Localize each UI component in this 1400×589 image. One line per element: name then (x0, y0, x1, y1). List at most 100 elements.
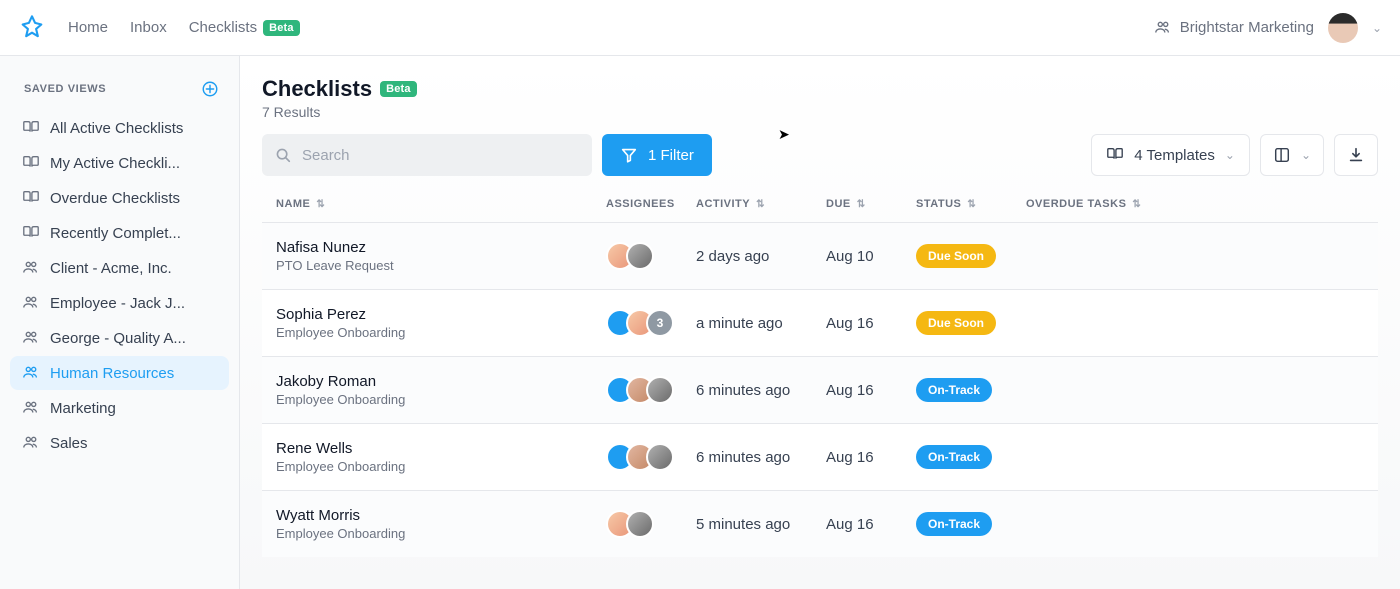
book-icon (22, 154, 40, 172)
sidebar-item-label: George - Quality A... (50, 330, 186, 347)
people-icon (22, 294, 40, 312)
page-beta-badge: Beta (380, 81, 417, 97)
status-badge: On-Track (916, 378, 992, 402)
assignees-stack[interactable] (606, 242, 696, 270)
sort-icon: ⇅ (756, 199, 765, 210)
page-title: Checklists (262, 76, 372, 102)
col-assignees[interactable]: ASSIGNEES (606, 198, 696, 210)
search-icon (274, 146, 292, 164)
beta-badge: Beta (263, 20, 300, 36)
col-name[interactable]: NAME⇅ (276, 198, 606, 210)
app-logo[interactable] (18, 14, 46, 42)
assignee-overflow[interactable]: 3 (646, 309, 674, 337)
row-activity: 6 minutes ago (696, 449, 826, 466)
sidebar-item[interactable]: My Active Checkli... (10, 146, 229, 180)
sidebar-item[interactable]: All Active Checklists (10, 111, 229, 145)
sidebar-item[interactable]: Client - Acme, Inc. (10, 251, 229, 285)
sidebar-item[interactable]: Marketing (10, 391, 229, 425)
book-icon (22, 119, 40, 137)
sort-icon: ⇅ (857, 199, 866, 210)
row-subtitle: PTO Leave Request (276, 258, 606, 273)
filter-label: 1 Filter (648, 147, 694, 164)
sidebar-item-label: My Active Checkli... (50, 155, 180, 172)
search-input[interactable] (300, 146, 580, 165)
row-due: Aug 10 (826, 248, 916, 265)
row-subtitle: Employee Onboarding (276, 392, 606, 407)
sidebar-item[interactable]: Recently Complet... (10, 216, 229, 250)
saved-views-list: All Active Checklists My Active Checkli..… (10, 111, 229, 460)
filter-icon (620, 146, 638, 164)
assignee-avatar[interactable] (646, 376, 674, 404)
row-status: On-Track (916, 378, 1026, 402)
table-row[interactable]: Rene Wells Employee Onboarding 6 minutes a… (262, 423, 1378, 490)
table-row[interactable]: Wyatt Morris Employee Onboarding 5 minutes… (262, 490, 1378, 557)
assignees-stack[interactable] (606, 510, 696, 538)
user-menu-chevron-icon[interactable]: ⌄ (1372, 21, 1382, 35)
templates-button[interactable]: 4 Templates ⌄ (1091, 134, 1250, 176)
row-subtitle: Employee Onboarding (276, 526, 606, 541)
columns-button[interactable]: ⌄ (1260, 134, 1324, 176)
assignees-stack[interactable] (606, 376, 696, 404)
assignee-avatar[interactable] (646, 443, 674, 471)
sidebar-item-label: Recently Complet... (50, 225, 181, 242)
col-due[interactable]: DUE⇅ (826, 198, 916, 210)
sidebar-item[interactable]: Human Resources (10, 356, 229, 390)
controls-row: 1 Filter 4 Templates ⌄ ⌄ (262, 134, 1378, 176)
nav-inbox[interactable]: Inbox (130, 19, 167, 36)
assignees-stack[interactable]: 3 (606, 309, 696, 337)
col-overdue[interactable]: OVERDUE TASKS⇅ (1026, 198, 1364, 210)
sidebar-item-label: Employee - Jack J... (50, 295, 185, 312)
sidebar-item-label: Sales (50, 435, 88, 452)
sidebar-item[interactable]: George - Quality A... (10, 321, 229, 355)
row-subtitle: Employee Onboarding (276, 459, 606, 474)
sidebar-item-label: All Active Checklists (50, 120, 183, 137)
user-avatar[interactable] (1328, 13, 1358, 43)
row-due: Aug 16 (826, 449, 916, 466)
row-activity: 2 days ago (696, 248, 826, 265)
table-row[interactable]: Jakoby RomanEmployee Onboarding6 minutes… (262, 356, 1378, 423)
sidebar-item[interactable]: Sales (10, 426, 229, 460)
sidebar-item[interactable]: Employee - Jack J... (10, 286, 229, 320)
people-icon (22, 399, 40, 417)
sidebar-item-label: Marketing (50, 400, 116, 417)
results-count: 7 Results (262, 104, 1378, 120)
table-header: NAME⇅ ASSIGNEES ACTIVITY⇅ DUE⇅ STATUS⇅ O… (262, 176, 1378, 222)
nav-checklists[interactable]: Checklists Beta (189, 19, 300, 36)
chevron-down-icon: ⌄ (1301, 148, 1311, 162)
row-activity: a minute ago (696, 315, 826, 332)
assignee-avatar[interactable] (626, 242, 654, 270)
row-due: Aug 16 (826, 382, 916, 399)
nav-home[interactable]: Home (68, 19, 108, 36)
search-box[interactable] (262, 134, 592, 176)
row-status: Due Soon (916, 244, 1026, 268)
row-activity: 5 minutes ago (696, 516, 826, 533)
people-icon (22, 434, 40, 452)
status-badge: Due Soon (916, 311, 996, 335)
book-icon (1106, 146, 1124, 164)
org-switcher[interactable]: Brightstar Marketing (1154, 19, 1314, 37)
download-icon (1347, 146, 1365, 164)
assignees-stack[interactable] (606, 443, 696, 471)
col-status[interactable]: STATUS⇅ (916, 198, 1026, 210)
saved-views-title: SAVED VIEWS (24, 83, 106, 95)
table-row[interactable]: Sophia PerezEmployee Onboarding3a minute… (262, 289, 1378, 356)
col-activity[interactable]: ACTIVITY⇅ (696, 198, 826, 210)
add-view-button[interactable] (201, 80, 219, 98)
sidebar-item[interactable]: Overdue Checklists (10, 181, 229, 215)
main: Checklists Beta 7 Results 1 Filter 4 Tem… (240, 56, 1400, 589)
assignee-avatar[interactable] (626, 510, 654, 538)
download-button[interactable] (1334, 134, 1378, 176)
org-name: Brightstar Marketing (1180, 19, 1314, 36)
table-row[interactable]: Nafisa NunezPTO Leave Request2 days agoA… (262, 222, 1378, 289)
sidebar: SAVED VIEWS All Active Checklists My Acti… (0, 56, 240, 589)
filter-button[interactable]: 1 Filter (602, 134, 712, 176)
row-name: Rene Wells (276, 440, 606, 457)
sort-icon: ⇅ (316, 199, 325, 210)
row-subtitle: Employee Onboarding (276, 325, 606, 340)
people-icon (1154, 19, 1172, 37)
sort-icon: ⇅ (1132, 199, 1141, 210)
sidebar-item-label: Overdue Checklists (50, 190, 180, 207)
row-due: Aug 16 (826, 315, 916, 332)
chevron-down-icon: ⌄ (1225, 148, 1235, 162)
row-name: Wyatt Morris (276, 507, 606, 524)
